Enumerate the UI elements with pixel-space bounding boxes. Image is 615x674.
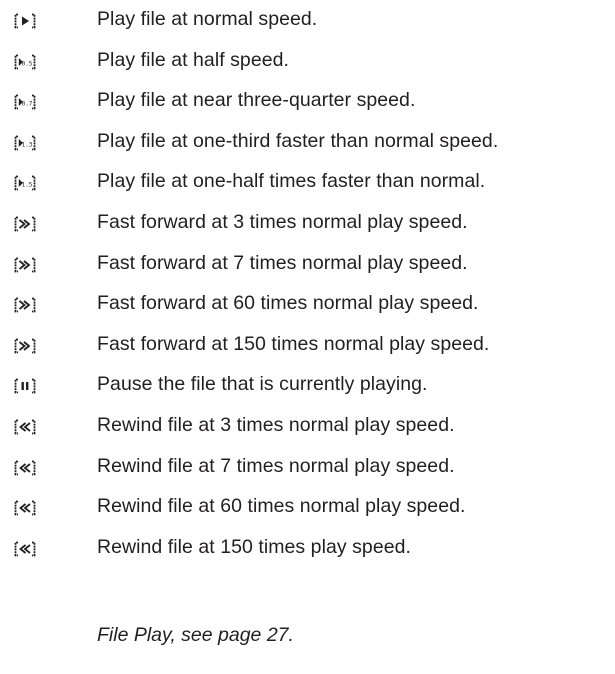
legend-description: Fast forward at 60 times normal play spe… [97, 292, 479, 315]
legend-description: Rewind file at 150 times play speed. [97, 535, 411, 558]
legend-description: Play file at half speed. [97, 48, 289, 71]
legend-description: Fast forward at 3 times normal play spee… [97, 211, 468, 233]
legend-description: Rewind file at 60 times normal play spee… [97, 495, 466, 518]
legend-row: Fast forward at 3 times normal play spee… [0, 210, 615, 250]
legend-row: Fast forward at 7 times normal play spee… [0, 251, 615, 291]
fast-forward-icon [14, 338, 36, 354]
legend-description: Play file at near three-quarter speed. [97, 89, 416, 112]
legend-description: Play file at one-half times faster than … [97, 170, 486, 193]
legend-row: Fast forward at 150 times normal play sp… [0, 332, 615, 372]
legend-description: Play file at one-third faster than norma… [97, 129, 499, 152]
legend-row: Rewind file at 60 times normal play spee… [0, 494, 615, 534]
rewind-icon [14, 500, 36, 516]
svg-text:1.3: 1.3 [22, 141, 33, 148]
svg-text:0.7: 0.7 [22, 101, 33, 108]
legend-description: Pause the file that is currently playing… [97, 373, 428, 396]
rewind-icon [14, 541, 36, 557]
legend-description: Fast forward at 7 times normal play spee… [97, 251, 468, 274]
play-icon [14, 13, 36, 29]
legend-row: Rewind file at 150 times play speed. [0, 535, 615, 575]
legend-description: Rewind file at 3 times normal play speed… [97, 414, 455, 436]
page-reference: File Play, see page 27. [97, 624, 294, 646]
play-0-7-speed-icon: 0.7 [14, 94, 36, 110]
play-half-speed-icon: 0.5 [14, 54, 36, 70]
legend-row: Rewind file at 3 times normal play speed… [0, 413, 615, 453]
pause-icon [14, 378, 36, 394]
rewind-icon [14, 419, 36, 435]
legend-row: Fast forward at 60 times normal play spe… [0, 291, 615, 331]
legend-row: 0.7 Play file at near three-quarter speed… [0, 88, 615, 128]
fast-forward-icon [14, 297, 36, 313]
legend-row: Pause the file that is currently playing… [0, 372, 615, 412]
rewind-icon [14, 460, 36, 476]
play-1-5-speed-icon: 1.5 [14, 175, 36, 191]
svg-text:0.5: 0.5 [22, 60, 33, 67]
svg-text:1.5: 1.5 [22, 182, 33, 189]
fast-forward-icon [14, 257, 36, 273]
legend-row: Play file at normal speed. [0, 7, 615, 47]
legend-row: 1.3 Play file at one-third faster than no… [0, 129, 615, 169]
legend-description: Rewind file at 7 times normal play speed… [97, 454, 455, 477]
fast-forward-icon [14, 216, 36, 232]
legend-row: 0.5 Play file at half speed. [0, 48, 615, 88]
legend-description: Fast forward at 150 times normal play sp… [97, 332, 490, 355]
legend-row: 1.5 Play file at one-half times faster th… [0, 169, 615, 209]
legend-row: Rewind file at 7 times normal play speed… [0, 454, 615, 494]
legend-description: Play file at normal speed. [97, 8, 318, 30]
play-1-3-speed-icon: 1.3 [14, 135, 36, 151]
